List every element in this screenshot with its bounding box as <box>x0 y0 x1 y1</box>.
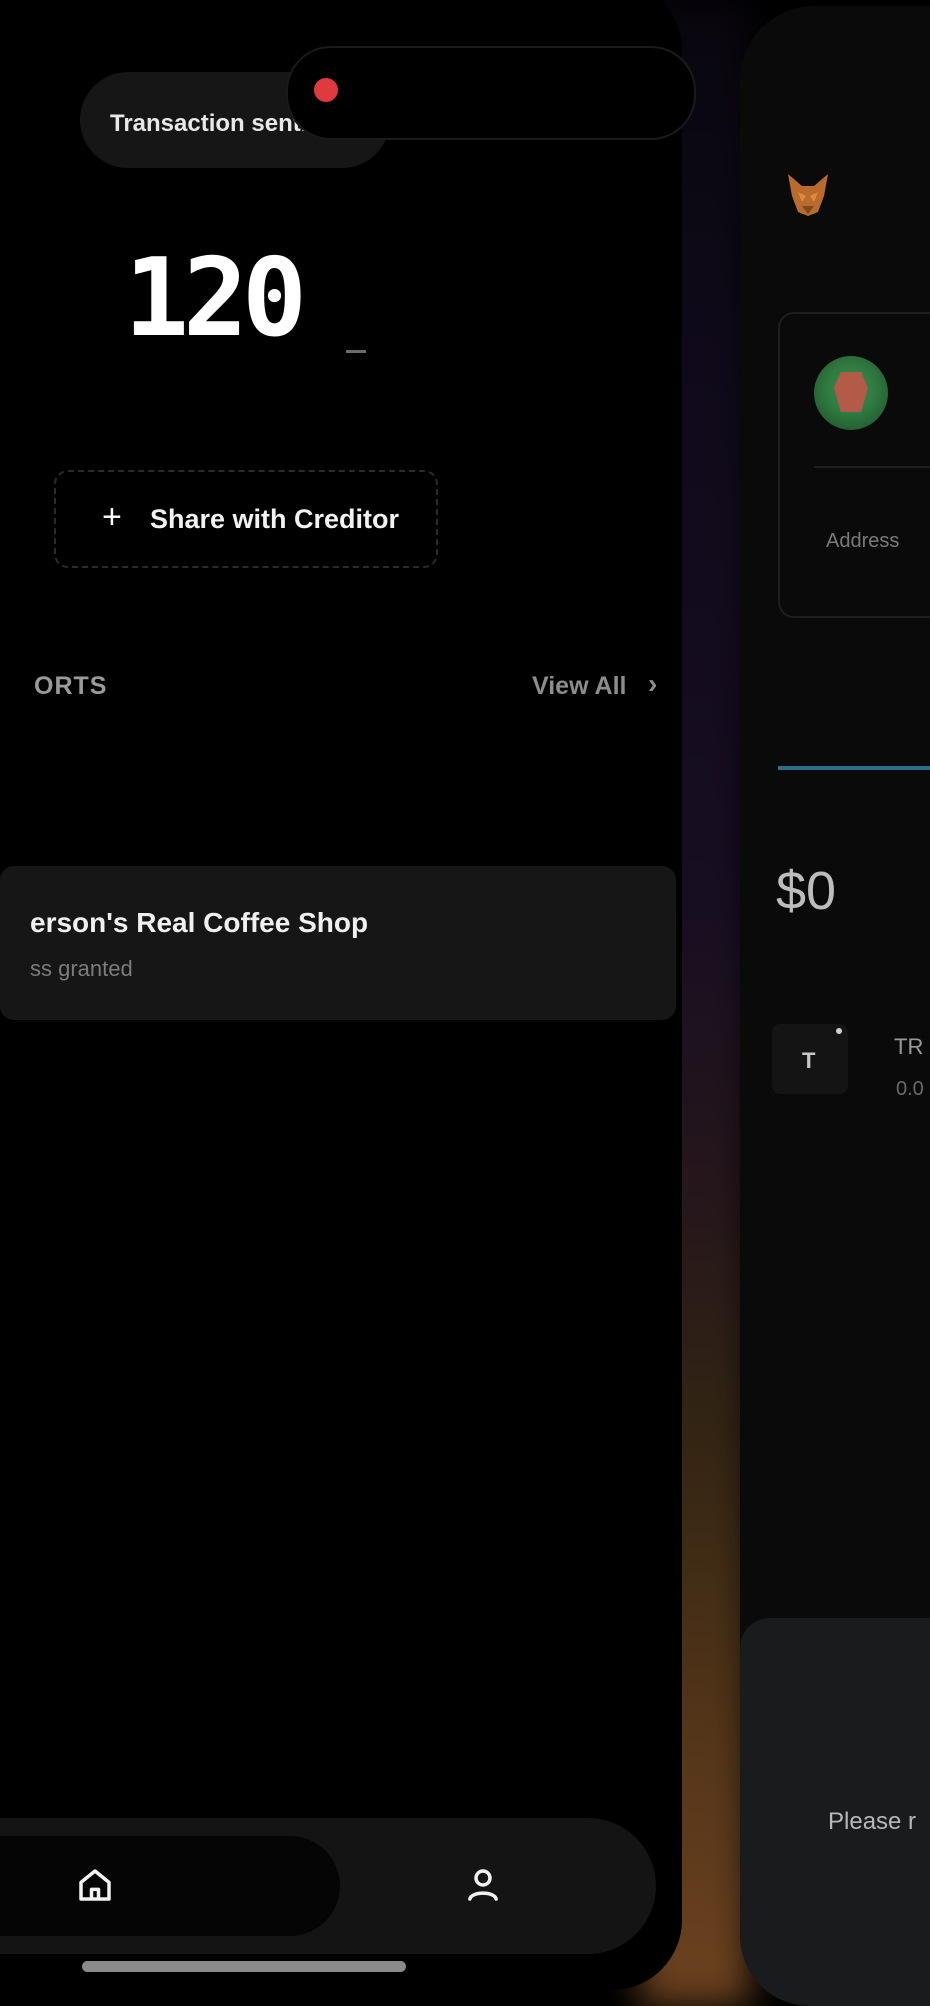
amount-display: 120 <box>124 236 307 361</box>
token-badge-dot <box>836 1028 842 1034</box>
avatar <box>814 356 888 430</box>
fox-icon <box>788 174 828 216</box>
view-all-link[interactable]: View All <box>532 672 626 701</box>
chevron-right-icon[interactable]: › <box>648 668 657 700</box>
toast-text: Transaction sent. <box>110 110 308 137</box>
tab-home[interactable] <box>0 1836 340 1936</box>
home-indicator <box>82 1961 406 1972</box>
reports-section-title: ORTS <box>34 672 108 700</box>
token-amount: 0.0 <box>896 1078 924 1100</box>
token-symbol: T <box>802 1048 816 1073</box>
home-icon[interactable] <box>74 1864 116 1906</box>
tab-underline <box>778 766 930 770</box>
report-subtitle: ss granted <box>30 956 133 981</box>
app-switcher: Transaction sent. 120 + Share with Credi… <box>0 0 930 2006</box>
share-button-label: Share with Creditor <box>150 504 400 534</box>
plus-icon: + <box>102 498 122 536</box>
token-name[interactable]: TR <box>894 1034 923 1060</box>
bottom-sheet-text: Please r <box>828 1808 917 1835</box>
amount-cursor <box>346 350 366 353</box>
report-list-item[interactable] <box>0 866 676 1020</box>
account-divider <box>814 466 930 468</box>
share-with-creditor-button[interactable]: + Share with Creditor <box>54 470 438 568</box>
balance-value: $0 <box>776 861 837 921</box>
address-label: Address <box>826 530 900 552</box>
user-icon[interactable] <box>462 1864 504 1906</box>
dynamic-island <box>286 46 696 140</box>
recording-indicator-icon <box>314 78 338 102</box>
report-title: erson's Real Coffee Shop <box>30 907 369 938</box>
